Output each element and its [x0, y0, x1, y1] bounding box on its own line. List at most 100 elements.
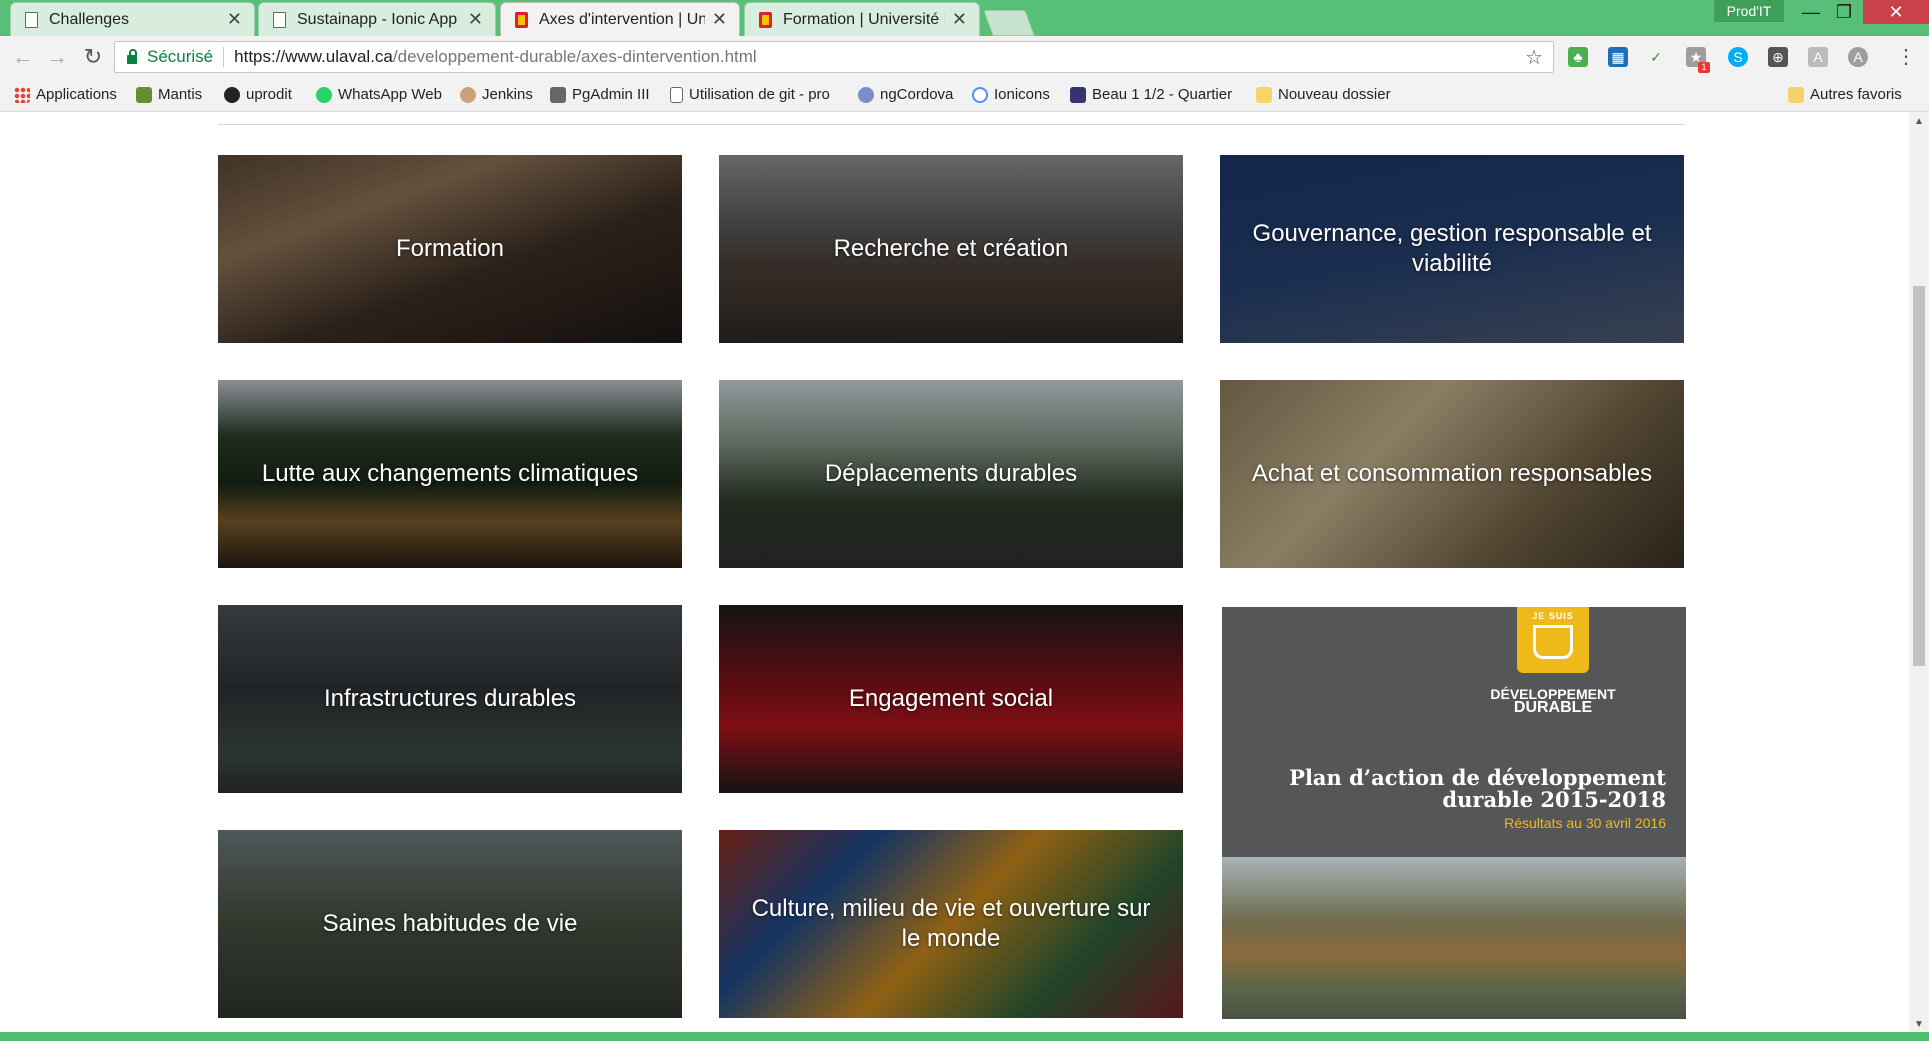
folder-icon [1256, 86, 1272, 103]
scrollbar-thumb[interactable] [1913, 286, 1925, 666]
bookmark-mantis[interactable]: Mantis [136, 86, 202, 103]
logo-subtitle: DÉVELOPPEMENT DURABLE [1472, 687, 1634, 716]
bookmark-label: Mantis [158, 86, 203, 103]
window-close-icon[interactable]: ✕ [1863, 0, 1929, 24]
bookmark-label: Nouveau dossier [1278, 86, 1391, 103]
url-path: /developpement-durable/axes-dinterventio… [392, 47, 757, 66]
tab-strip: Challenges ✕ Sustainapp - Ionic App ✕ Ax… [0, 0, 1929, 36]
bookmark-ngcordova[interactable]: ngCordova [858, 86, 953, 103]
bookmark-star-icon[interactable]: ☆ [1525, 45, 1543, 70]
card-saines-habitudes[interactable]: Saines habitudes de vie [218, 830, 682, 1018]
card-recherche[interactable]: Recherche et création [719, 155, 1183, 343]
card-achat-consommation[interactable]: Achat et consommation responsables [1220, 380, 1684, 568]
card-infrastructures[interactable]: Infrastructures durables [218, 605, 682, 793]
card-gouvernance[interactable]: Gouvernance, gestion responsable et viab… [1220, 155, 1684, 343]
card-engagement-social[interactable]: Engagement social [719, 605, 1183, 793]
reload-icon[interactable]: ↻ [80, 44, 106, 70]
card-title: Infrastructures durables [323, 685, 577, 712]
bookmark-label: Jenkins [482, 86, 533, 103]
back-icon[interactable]: ← [10, 44, 36, 70]
new-tab-button[interactable] [983, 10, 1035, 36]
tab-label: Formation | Université La [783, 10, 945, 28]
bookmark-kijiji[interactable]: Beau 1 1/2 - Quartier [1070, 86, 1235, 103]
lock-icon [127, 48, 137, 64]
bookmark-jenkins[interactable]: Jenkins [460, 86, 533, 103]
skype-icon[interactable]: S [1728, 47, 1748, 67]
document-icon [273, 12, 286, 28]
bookmark-uprodit[interactable]: uprodit [224, 86, 292, 103]
card-title: Gouvernance, gestion responsable et viab… [1252, 220, 1652, 277]
close-icon[interactable]: ✕ [227, 9, 242, 30]
plan-title-line: Plan d’action de développement [1289, 765, 1666, 790]
bookmark-applications[interactable]: Applications [14, 86, 117, 103]
bookmark-label: Utilisation de git - pro [689, 86, 830, 103]
ulaval-icon [759, 12, 772, 28]
card-title: Engagement social [848, 685, 1054, 712]
ionicons-icon [972, 86, 988, 103]
plan-title: Plan d’action de développement durable 2… [1289, 767, 1666, 811]
document-icon [25, 12, 38, 28]
bookmark-label: Ionicons [994, 86, 1050, 103]
shopping-bag-icon[interactable]: ⊕ [1768, 47, 1788, 67]
folder-icon [1788, 86, 1804, 103]
close-icon[interactable]: ✕ [712, 9, 727, 30]
bookmark-label: WhatsApp Web [338, 86, 442, 103]
extension-check-icon[interactable]: ✓ [1646, 47, 1666, 67]
card-lutte-changements[interactable]: Lutte aux changements climatiques [218, 380, 682, 568]
profile-button[interactable]: Prod'IT [1714, 0, 1784, 22]
document-icon [670, 86, 683, 103]
mantis-icon [136, 86, 152, 103]
aerial-photo [1222, 857, 1686, 1019]
vertical-scrollbar[interactable]: ▲ ▼ [1909, 112, 1929, 1032]
scroll-up-icon[interactable]: ▲ [1914, 116, 1924, 127]
bookmark-pgadmin[interactable]: PgAdmin III [550, 86, 650, 103]
forward-icon[interactable]: → [44, 44, 70, 70]
plan-title-line: durable 2015-2018 [1442, 787, 1666, 812]
bookmark-ionicons[interactable]: Ionicons [972, 86, 1050, 103]
pgadmin-icon [550, 86, 566, 103]
card-title: Recherche et création [833, 235, 1069, 262]
ngcordova-icon [858, 86, 874, 103]
pdf-icon[interactable]: A [1808, 47, 1828, 67]
extension-leaf-icon[interactable]: ♣ [1568, 47, 1588, 67]
bookmark-autres-favoris[interactable]: Autres favoris [1788, 86, 1902, 103]
bookmark-label: Beau 1 1/2 - Quartier [1092, 86, 1233, 103]
close-icon[interactable]: ✕ [468, 9, 483, 30]
bookmark-label: PgAdmin III [572, 86, 650, 103]
card-title: Achat et consommation responsables [1251, 460, 1653, 487]
tab-sustainapp[interactable]: Sustainapp - Ionic App ✕ [258, 2, 496, 36]
card-formation[interactable]: Formation [218, 155, 682, 343]
menu-icon[interactable]: ⋮ [1896, 44, 1916, 69]
ulaval-icon [515, 12, 528, 28]
jenkins-icon [460, 86, 476, 103]
tab-challenges[interactable]: Challenges ✕ [10, 2, 255, 36]
card-title: Saines habitudes de vie [322, 910, 578, 937]
tab-axes-intervention[interactable]: Axes d'intervention | Uni ✕ [500, 2, 740, 36]
scroll-down-icon[interactable]: ▼ [1914, 1019, 1924, 1030]
bookmark-label: Applications [36, 86, 117, 103]
divider [218, 124, 1684, 125]
angular-icon[interactable]: A [1848, 47, 1868, 67]
url-host: https://www.ulaval.ca [234, 47, 393, 66]
tab-formation[interactable]: Formation | Université La ✕ [744, 2, 980, 36]
page-content: Formation Recherche et création Gouverna… [0, 112, 1909, 1032]
bookmark-label: Autres favoris [1810, 86, 1902, 103]
plan-action-banner[interactable]: JE SUIS DÉVELOPPEMENT DURABLE Plan d’act… [1222, 607, 1686, 1019]
card-deplacements[interactable]: Déplacements durables [719, 380, 1183, 568]
bookmark-whatsapp[interactable]: WhatsApp Web [316, 86, 442, 103]
dd-logo: JE SUIS [1517, 607, 1589, 673]
close-icon[interactable]: ✕ [952, 9, 967, 30]
os-taskbar [0, 1032, 1929, 1041]
extension-chart-icon[interactable]: ▦ [1608, 47, 1628, 67]
bookmark-git[interactable]: Utilisation de git - pro [670, 86, 840, 103]
divider [223, 47, 225, 67]
bookmark-label: ngCordova [880, 86, 954, 103]
address-bar[interactable]: Sécurisé https://www.ulaval.ca /developp… [114, 41, 1554, 73]
whatsapp-icon [316, 86, 332, 103]
card-title: Déplacements durables [824, 460, 1078, 487]
bookmarks-bar: Applications Mantis uprodit WhatsApp Web… [0, 80, 1929, 112]
logo-subtitle-line: DURABLE [1513, 699, 1593, 716]
bookmark-nouveau-dossier[interactable]: Nouveau dossier [1256, 86, 1391, 103]
restore-icon[interactable]: ❐ [1823, 0, 1865, 24]
card-culture[interactable]: Culture, milieu de vie et ouverture sur … [719, 830, 1183, 1018]
